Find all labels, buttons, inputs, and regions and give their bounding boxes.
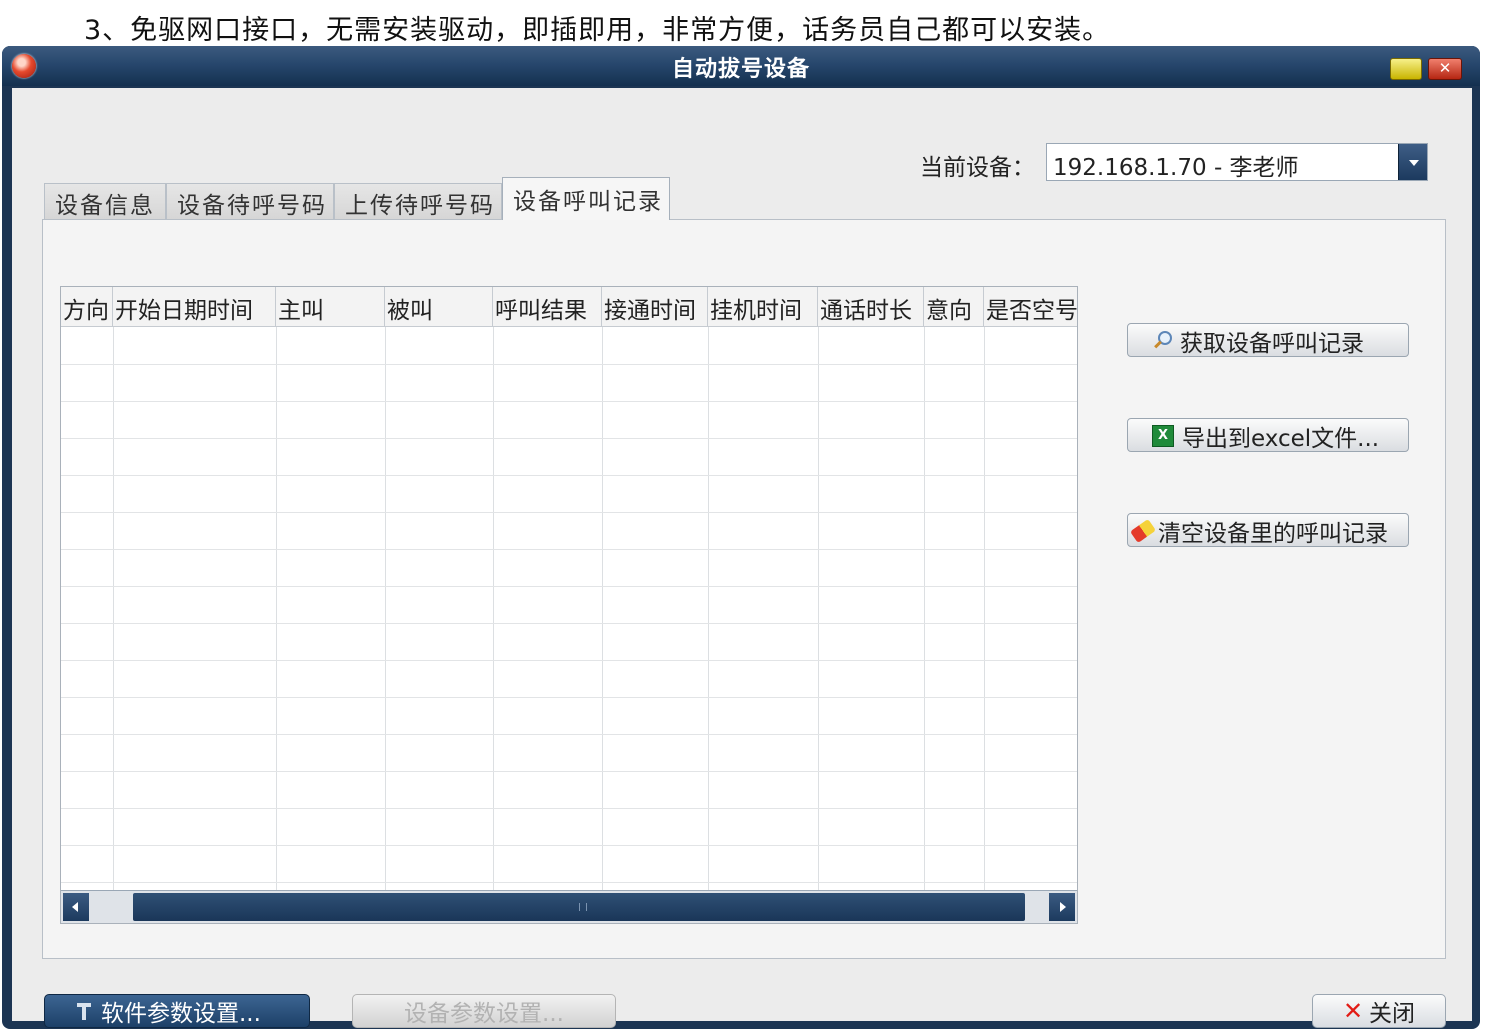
tab-pending-numbers[interactable]: 设备待呼号码 (166, 183, 334, 219)
tab-call-records[interactable]: 设备呼叫记录 (502, 177, 670, 220)
tab-upload-numbers[interactable]: 上传待呼号码 (334, 183, 502, 219)
horizontal-scrollbar[interactable] (61, 890, 1077, 923)
export-excel-label: 导出到excel文件... (1182, 425, 1380, 452)
software-settings-label: 软件参数设置... (101, 1001, 261, 1027)
fetch-records-button[interactable]: 获取设备呼叫记录 (1127, 323, 1409, 357)
minimize-button[interactable] (1390, 58, 1422, 80)
scroll-right-icon[interactable] (1049, 893, 1075, 921)
excel-icon: X (1152, 424, 1174, 447)
clear-records-label: 清空设备里的呼叫记录 (1158, 520, 1388, 547)
column-header[interactable]: 方向 (61, 287, 113, 327)
dialer-window: 自动拔号设备 ✕ 当前设备： 192.168.1.70 - 李老师 设备信息 设… (2, 46, 1480, 1029)
column-header[interactable]: 被叫 (385, 287, 493, 327)
close-button[interactable]: ✕ 关闭 (1312, 994, 1446, 1028)
current-device-label: 当前设备： (920, 155, 1035, 181)
clear-records-button[interactable]: 清空设备里的呼叫记录 (1127, 513, 1409, 547)
column-header[interactable]: 呼叫结果 (493, 287, 602, 327)
chevron-down-icon[interactable] (1398, 144, 1427, 180)
close-icon: ✕ (1438, 59, 1452, 77)
scroll-left-icon[interactable] (63, 893, 89, 921)
software-settings-button[interactable]: 软件参数设置... (44, 994, 310, 1028)
current-device-value: 192.168.1.70 - 李老师 (1053, 155, 1299, 181)
search-icon (1152, 330, 1174, 352)
column-header[interactable]: 意向 (924, 287, 984, 327)
fetch-records-label: 获取设备呼叫记录 (1180, 330, 1364, 357)
window-close-button[interactable]: ✕ (1428, 58, 1462, 80)
call-records-table[interactable]: 方向 开始日期时间 主叫 被叫 呼叫结果 接通时间 挂机时间 通话时长 意向 是… (60, 286, 1078, 924)
tab-device-info[interactable]: 设备信息 (44, 183, 166, 219)
table-header: 方向 开始日期时间 主叫 被叫 呼叫结果 接通时间 挂机时间 通话时长 意向 是… (61, 287, 1077, 327)
column-header[interactable]: 是否空号 (984, 287, 1077, 327)
document-caption: 3、免驱网口接口，无需安装驱动，即插即用，非常方便，话务员自己都可以安装。 (84, 15, 1111, 46)
column-header[interactable]: 通话时长 (818, 287, 924, 327)
tab-label: 设备呼叫记录 (513, 189, 663, 215)
window-title: 自动拔号设备 (671, 57, 810, 82)
scroll-thumb[interactable] (133, 893, 1025, 921)
tab-label: 设备信息 (55, 193, 155, 219)
column-header[interactable]: 主叫 (276, 287, 385, 327)
tool-icon (75, 1001, 93, 1021)
column-header[interactable]: 挂机时间 (708, 287, 818, 327)
tab-label: 设备待呼号码 (177, 193, 327, 219)
tab-label: 上传待呼号码 (345, 193, 495, 219)
close-icon: ✕ (1342, 997, 1364, 1025)
device-settings-button: 设备参数设置... (352, 994, 616, 1028)
column-header[interactable]: 接通时间 (602, 287, 708, 327)
close-label: 关闭 (1369, 1001, 1416, 1027)
device-settings-label: 设备参数设置... (404, 1001, 564, 1027)
window-client-area: 当前设备： 192.168.1.70 - 李老师 设备信息 设备待呼号码 上传待… (12, 88, 1472, 1028)
table-body (61, 327, 1077, 891)
eraser-icon (1129, 518, 1157, 543)
title-bar[interactable]: 自动拔号设备 ✕ (2, 46, 1480, 86)
column-header[interactable]: 开始日期时间 (113, 287, 276, 327)
current-device-select[interactable]: 192.168.1.70 - 李老师 (1046, 143, 1428, 181)
export-excel-button[interactable]: X 导出到excel文件... (1127, 418, 1409, 452)
